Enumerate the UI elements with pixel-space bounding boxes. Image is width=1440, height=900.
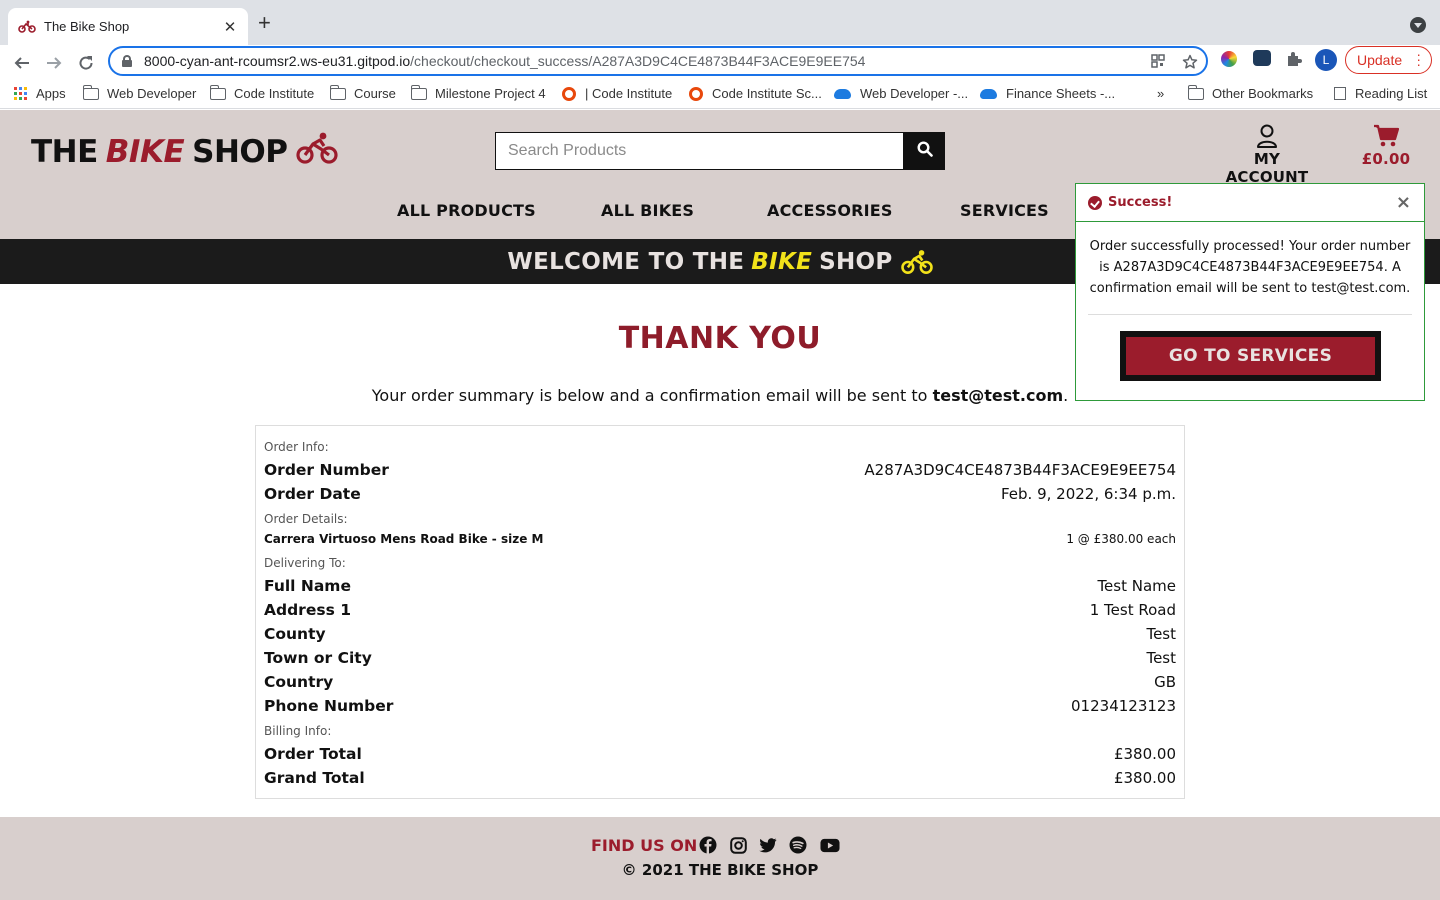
bookmark-code-institute[interactable]: Code Institute — [209, 84, 314, 101]
order-details-heading: Order Details: — [264, 512, 348, 526]
profile-avatar[interactable]: L — [1315, 49, 1337, 71]
order-number-value: A287A3D9C4CE4873B44F3ACE9E9EE754 — [864, 461, 1176, 479]
toast-message: Order successfully processed! Your order… — [1089, 239, 1411, 296]
bookmark-star-icon[interactable] — [1182, 54, 1198, 70]
shopping-cart-link[interactable]: £0.00 — [1357, 124, 1415, 168]
go-to-services-button[interactable]: GO TO SERVICES — [1120, 331, 1381, 381]
order-summary-table: Order Info: Order Number A287A3D9C4CE487… — [255, 425, 1185, 799]
qr-code-icon[interactable] — [1150, 54, 1166, 70]
browser-tabstrip: The Bike Shop ✕ + — [0, 0, 1440, 45]
bookmark-web-developer[interactable]: Web Developer — [82, 84, 196, 101]
folder-icon — [410, 84, 427, 100]
check-circle-icon — [1088, 195, 1102, 210]
onedrive-cloud-icon — [980, 88, 997, 99]
cyclist-icon — [900, 249, 933, 275]
apps-grid-icon — [14, 87, 27, 100]
nav-all-products[interactable]: ALL PRODUCTS — [397, 201, 536, 220]
nav-accessories[interactable]: ACCESSORIES — [767, 201, 893, 220]
bookmarks-bar: Apps Web Developer Code Institute Course… — [0, 81, 1440, 109]
extensions-puzzle-icon[interactable] — [1285, 50, 1303, 68]
lock-icon[interactable] — [122, 55, 132, 67]
screenshot-extension-icon[interactable] — [1253, 50, 1271, 66]
folder-icon — [209, 84, 226, 100]
site-footer — [0, 817, 1440, 900]
forward-arrow-icon[interactable] — [42, 51, 66, 75]
reload-icon[interactable] — [74, 51, 98, 75]
bookmarks-overflow-chevron-icon[interactable]: » — [1157, 86, 1164, 101]
delivery-row-country: Country GB — [264, 673, 1176, 691]
onedrive-cloud-icon — [834, 88, 851, 99]
success-toast: Success! × Order successfully processed!… — [1075, 183, 1425, 401]
toast-title: Success! — [1108, 195, 1173, 210]
site-logo[interactable]: THE BIKE SHOP — [31, 131, 338, 173]
more-menu-icon[interactable]: · · · — [1416, 47, 1421, 71]
bookmark-other-bookmarks[interactable]: Other Bookmarks — [1187, 84, 1313, 101]
spotify-icon[interactable] — [788, 836, 808, 854]
tab-title: The Bike Shop — [44, 19, 130, 34]
toast-header: Success! × — [1076, 184, 1424, 222]
folder-icon — [82, 84, 99, 100]
order-date-row: Order Date Feb. 9, 2022, 6:34 p.m. — [264, 485, 1176, 503]
bookmark-milestone-project-4[interactable]: Milestone Project 4 — [410, 84, 546, 101]
delivery-row-full-name: Full Name Test Name — [264, 577, 1176, 595]
twitter-icon[interactable] — [758, 836, 778, 854]
youtube-icon[interactable] — [820, 836, 840, 854]
billing-info-heading: Billing Info: — [264, 724, 332, 738]
instagram-icon[interactable] — [728, 836, 748, 854]
grand-total-row: Grand Total £380.00 — [264, 769, 1176, 787]
tab-close-icon[interactable]: ✕ — [222, 18, 238, 36]
delivery-row-address-1: Address 1 1 Test Road — [264, 601, 1176, 619]
my-account-link[interactable]: MY ACCOUNT — [1212, 124, 1322, 186]
search-input[interactable] — [495, 132, 904, 170]
bookmark-finance-sheets[interactable]: Finance Sheets -... — [980, 86, 1115, 101]
new-tab-button[interactable]: + — [258, 12, 271, 34]
tab-search-icon[interactable] — [1410, 17, 1426, 33]
order-line-item: Carrera Virtuoso Mens Road Bike - size M… — [264, 532, 1176, 546]
color-picker-extension-icon[interactable] — [1221, 51, 1237, 67]
url-text: 8000-cyan-ant-rcoumsr2.ws-eu31.gitpod.io… — [144, 53, 866, 69]
bookmark-web-developer-onedrive[interactable]: Web Developer -... — [834, 86, 968, 101]
delivering-to-heading: Delivering To: — [264, 556, 346, 570]
product-search — [495, 132, 945, 170]
cart-icon — [1357, 124, 1415, 150]
nav-all-bikes[interactable]: ALL BIKES — [601, 201, 694, 220]
search-button[interactable] — [904, 132, 945, 170]
nav-services[interactable]: SERVICES — [960, 201, 1049, 220]
code-institute-icon — [689, 86, 703, 101]
order-info-heading: Order Info: — [264, 440, 329, 454]
find-us-label: FIND US ON — [591, 836, 698, 855]
folder-icon — [1187, 84, 1204, 100]
back-arrow-icon[interactable] — [10, 51, 34, 75]
bookmark-reading-list[interactable]: Reading List — [1334, 86, 1427, 101]
address-bar[interactable]: 8000-cyan-ant-rcoumsr2.ws-eu31.gitpod.io… — [108, 46, 1208, 76]
user-icon — [1212, 124, 1322, 150]
bookmark-code-institute-site[interactable]: | Code Institute — [562, 86, 672, 101]
confirmation-email: test@test.com — [932, 386, 1064, 405]
bookmark-code-institute-sc[interactable]: Code Institute Sc... — [689, 86, 822, 101]
reading-list-icon — [1334, 87, 1346, 100]
delivery-row-phone: Phone Number 01234123123 — [264, 697, 1176, 715]
code-institute-icon — [562, 86, 576, 101]
facebook-icon[interactable] — [698, 836, 718, 854]
search-icon — [916, 141, 933, 161]
update-button[interactable]: Update · · · — [1345, 46, 1432, 74]
order-total-row: Order Total £380.00 — [264, 745, 1176, 763]
browser-toolbar: 8000-cyan-ant-rcoumsr2.ws-eu31.gitpod.io… — [0, 45, 1440, 81]
folder-icon — [329, 84, 346, 100]
browser-tab[interactable]: The Bike Shop ✕ — [8, 8, 248, 45]
bookmark-apps[interactable]: Apps — [14, 86, 66, 101]
toast-divider — [1088, 314, 1412, 315]
close-icon[interactable]: × — [1396, 192, 1411, 213]
delivery-row-town: Town or City Test — [264, 649, 1176, 667]
cyclist-icon — [295, 131, 338, 173]
delivery-row-county: County Test — [264, 625, 1176, 643]
order-number-row: Order Number A287A3D9C4CE4873B44F3ACE9E9… — [264, 461, 1176, 479]
bookmark-course[interactable]: Course — [329, 84, 396, 101]
copyright-text: © 2021 THE BIKE SHOP — [621, 861, 819, 879]
bike-favicon-icon — [18, 20, 36, 34]
